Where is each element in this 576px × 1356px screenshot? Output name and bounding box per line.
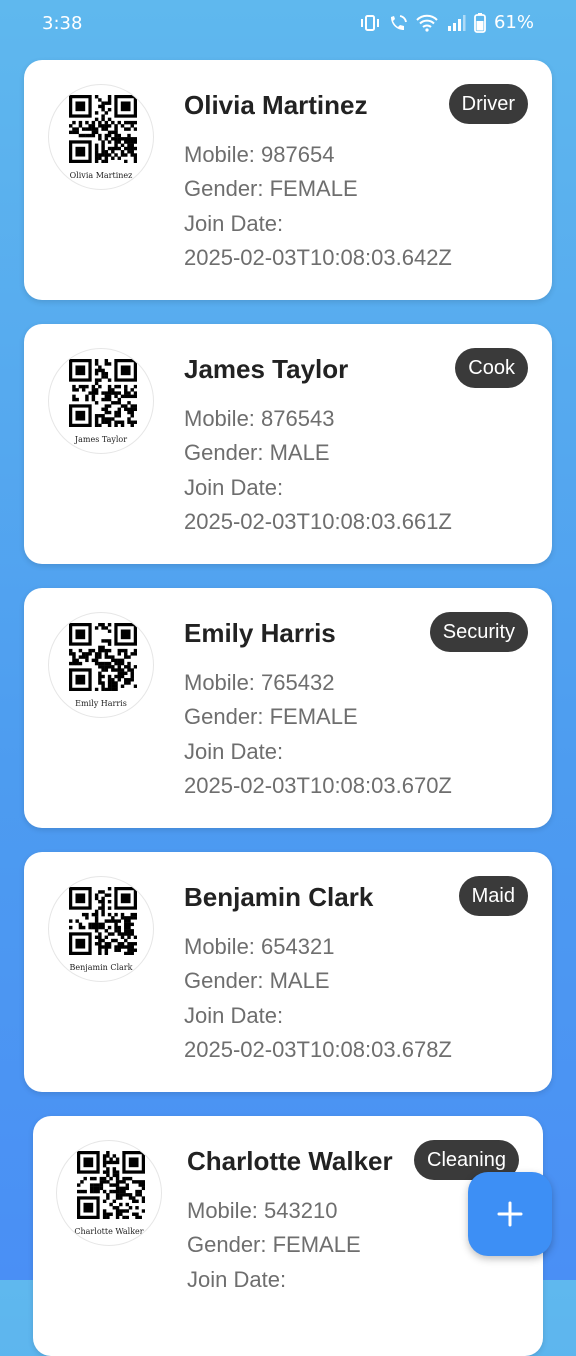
qr-code[interactable]: James Taylor [48,348,154,454]
plus-icon [497,1201,523,1227]
join-date-label: Join Date: [184,1003,284,1028]
employee-gender: Gender: FEMALE [184,176,358,201]
qr-code[interactable]: Emily Harris [48,612,154,718]
qr-code[interactable]: Charlotte Walker [56,1140,162,1246]
employee-name: Benjamin Clark [184,882,374,912]
employee-card[interactable]: Olivia Martinez Olivia Martinez Driver M… [24,60,552,300]
join-date-value: 2025-02-03T10:08:03.661Z [184,509,452,534]
qr-caption: Emily Harris [75,699,127,708]
employee-name: Charlotte Walker [187,1146,393,1176]
employee-name: James Taylor [184,354,349,384]
employee-mobile: Mobile: 765432 [184,670,335,695]
qr-caption: Benjamin Clark [69,963,133,972]
wifi-icon [416,14,438,32]
employee-card[interactable]: Charlotte Walker Charlotte Walker Cleani… [33,1116,543,1356]
wifi-call-icon [390,14,407,30]
qr-caption: Charlotte Walker [74,1227,144,1236]
join-date-value: 2025-02-03T10:08:03.642Z [184,245,452,270]
status-time: 3:38 [42,13,83,34]
join-date-label: Join Date: [184,211,284,236]
qr-code[interactable]: Benjamin Clark [48,876,154,982]
battery-percent: 61% [493,12,534,33]
role-badge: Cook [455,348,528,388]
employee-mobile: Mobile: 654321 [184,934,335,959]
employee-mobile: Mobile: 543210 [187,1198,338,1223]
employee-mobile: Mobile: 987654 [184,142,335,167]
employee-mobile: Mobile: 876543 [184,406,335,431]
signal-icon [447,14,466,31]
employee-gender: Gender: FEMALE [187,1232,361,1257]
qr-caption: Olivia Martinez [69,171,133,180]
battery-icon [474,12,486,33]
join-date-label: Join Date: [184,739,284,764]
join-date-label: Join Date: [184,475,284,500]
employee-card[interactable]: James Taylor James Taylor Cook Mobile: 8… [24,324,552,564]
join-date-value: 2025-02-03T10:08:03.678Z [184,1037,452,1062]
role-badge: Driver [448,84,528,124]
employee-card[interactable]: Benjamin Clark Benjamin Clark Maid Mobil… [24,852,552,1092]
employee-name: Olivia Martinez [184,90,368,120]
qr-code[interactable]: Olivia Martinez [48,84,154,190]
employee-name: Emily Harris [184,618,336,648]
status-bar: 3:38 61% [0,0,576,48]
employee-gender: Gender: MALE [184,968,330,993]
role-badge: Maid [458,876,528,916]
qr-caption: James Taylor [74,435,128,444]
add-employee-button[interactable] [468,1172,552,1256]
join-date-value: 2025-02-03T10:08:03.670Z [184,773,452,798]
vibrate-icon [360,14,379,31]
status-icons: 61% [360,12,534,33]
employee-gender: Gender: FEMALE [184,704,358,729]
join-date-label: Join Date: [187,1267,287,1292]
employee-card[interactable]: Emily Harris Emily Harris Security Mobil… [24,588,552,828]
employee-gender: Gender: MALE [184,440,330,465]
role-badge: Security [429,612,528,652]
